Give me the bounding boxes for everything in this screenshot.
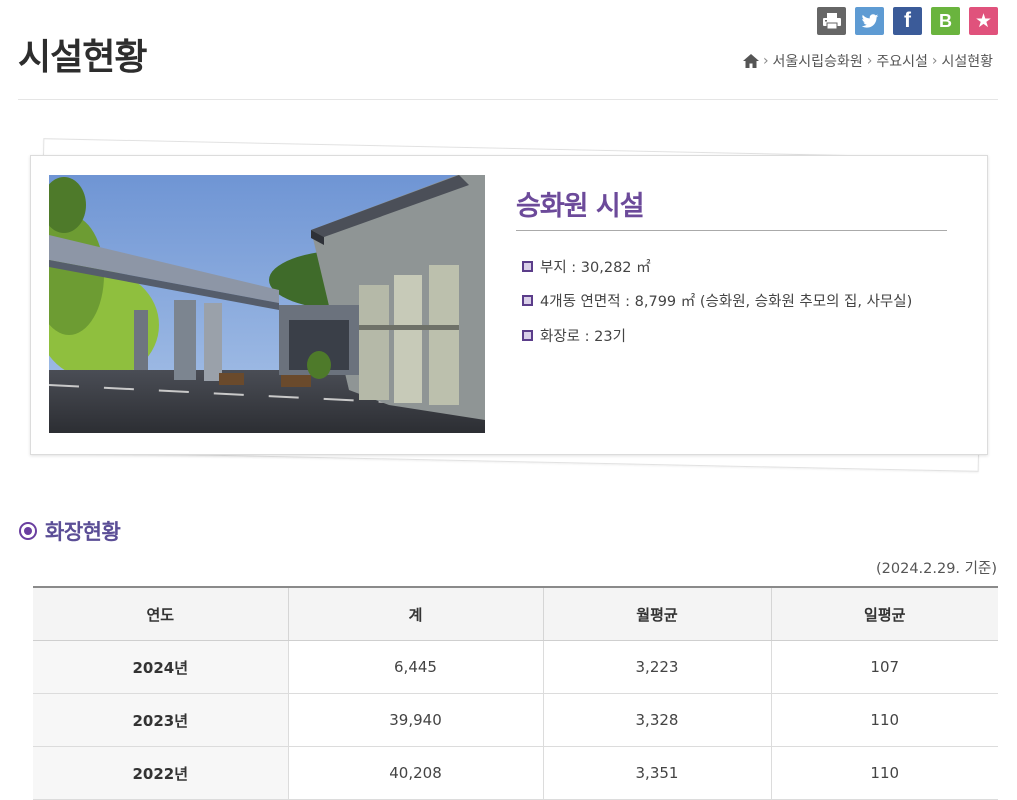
breadcrumb: › 서울시립승화원 › 주요시설 › 시설현황 bbox=[742, 51, 993, 71]
facility-photo bbox=[49, 175, 485, 433]
list-item: 부지 : 30,282 ㎡ bbox=[522, 256, 912, 276]
table-row: 2022년 40,208 3,351 110 bbox=[33, 746, 998, 800]
cell-total: 6,445 bbox=[288, 640, 544, 694]
printer-icon bbox=[822, 13, 841, 30]
cell-monthly-avg: 3,223 bbox=[543, 640, 772, 694]
facility-site-area: 부지 : 30,282 ㎡ bbox=[540, 259, 651, 276]
facebook-icon: f bbox=[904, 9, 911, 32]
breadcrumb-item-main-facilities[interactable]: 주요시설 bbox=[876, 51, 928, 71]
cell-total: 39,940 bbox=[288, 693, 544, 747]
square-bullet-icon bbox=[522, 260, 533, 272]
facility-title-underline bbox=[516, 230, 947, 231]
facility-cremators: 화장로 : 23기 bbox=[540, 328, 626, 345]
square-bullet-icon bbox=[522, 295, 533, 306]
print-button[interactable] bbox=[817, 7, 846, 35]
blog-icon: B bbox=[939, 10, 952, 31]
favorite-button[interactable]: ★ bbox=[969, 7, 998, 35]
facility-title: 승화원 시설 bbox=[516, 191, 645, 222]
cell-monthly-avg: 3,328 bbox=[543, 693, 772, 747]
list-item: 4개동 연면적 : 8,799 ㎡ (승화원, 승화원 추모의 집, 사무실) bbox=[522, 291, 912, 311]
square-bullet-icon bbox=[522, 329, 533, 341]
chevron-right-icon: › bbox=[931, 53, 938, 69]
cell-total: 40,208 bbox=[288, 746, 544, 800]
facebook-button[interactable]: f bbox=[893, 7, 922, 35]
table-header-row: 연도 계 월평균 일평균 bbox=[33, 586, 998, 641]
cell-daily-avg: 110 bbox=[771, 746, 998, 800]
cremation-stats-table: 연도 계 월평균 일평균 2024년 6,445 3,223 107 2023년… bbox=[33, 586, 998, 800]
building-photo-illustration bbox=[49, 175, 485, 433]
cell-year: 2023년 bbox=[33, 693, 289, 747]
cell-year: 2022년 bbox=[33, 746, 289, 800]
twitter-bird-icon bbox=[861, 13, 878, 28]
home-icon[interactable] bbox=[742, 54, 759, 68]
radio-dot-icon bbox=[19, 522, 37, 540]
star-icon: ★ bbox=[974, 10, 993, 32]
facility-card: 승화원 시설 부지 : 30,282 ㎡ 4개동 연면적 : 8,799 ㎡ (… bbox=[30, 155, 988, 455]
column-header-year: 연도 bbox=[33, 586, 289, 641]
section-heading: 화장현황 bbox=[19, 516, 121, 546]
blog-button[interactable]: B bbox=[931, 7, 960, 35]
share-toolbar: f B ★ bbox=[817, 7, 998, 35]
cell-daily-avg: 110 bbox=[771, 693, 998, 747]
table-row: 2023년 39,940 3,328 110 bbox=[33, 693, 998, 747]
header-divider bbox=[18, 99, 998, 100]
chevron-right-icon: › bbox=[866, 53, 873, 69]
column-header-monthly-avg: 월평균 bbox=[543, 586, 772, 641]
list-item: 화장로 : 23기 bbox=[522, 325, 912, 345]
facility-floor-area: 4개동 연면적 : 8,799 ㎡ (승화원, 승화원 추모의 집, 사무실) bbox=[540, 294, 913, 310]
section-title: 화장현황 bbox=[45, 520, 121, 544]
cell-monthly-avg: 3,351 bbox=[543, 746, 772, 800]
twitter-button[interactable] bbox=[855, 7, 884, 35]
page-title: 시설현황 bbox=[18, 37, 147, 78]
facility-info-list: 부지 : 30,282 ㎡ 4개동 연면적 : 8,799 ㎡ (승화원, 승화… bbox=[522, 256, 912, 360]
chevron-right-icon: › bbox=[762, 53, 769, 69]
base-date: (2024.2.29. 기준) bbox=[875, 561, 997, 577]
cell-daily-avg: 107 bbox=[771, 640, 998, 694]
breadcrumb-item-current: 시설현황 bbox=[941, 54, 993, 70]
table-row: 2024년 6,445 3,223 107 bbox=[33, 640, 998, 694]
column-header-total: 계 bbox=[288, 586, 544, 641]
cell-year: 2024년 bbox=[33, 640, 289, 694]
breadcrumb-item-seoul-crematorium[interactable]: 서울시립승화원 bbox=[773, 51, 863, 71]
column-header-daily-avg: 일평균 bbox=[771, 586, 998, 641]
